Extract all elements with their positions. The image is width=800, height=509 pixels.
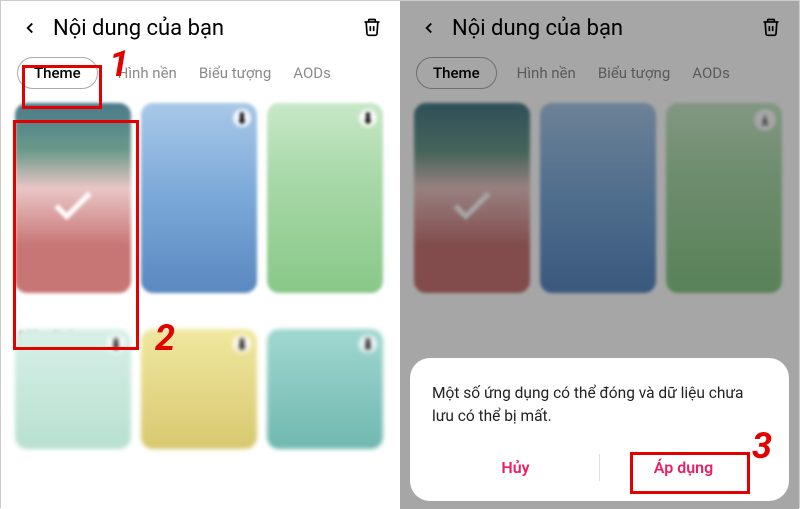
- theme-card[interactable]: ⬇: [141, 329, 257, 449]
- download-badge: ⬇: [233, 109, 251, 127]
- theme-card-default[interactable]: Mặc định: [15, 103, 131, 319]
- theme-card[interactable]: ⬇: [267, 329, 383, 449]
- tab-theme[interactable]: Theme: [17, 57, 98, 89]
- apply-button[interactable]: Áp dụng: [600, 446, 767, 489]
- page-title: Nội dung của bạn: [53, 16, 362, 41]
- tab-icon[interactable]: Biểu tượng: [197, 58, 273, 88]
- theme-card[interactable]: ⬇: [267, 103, 383, 319]
- trash-icon: [362, 17, 382, 37]
- theme-card[interactable]: ⬇: [15, 329, 131, 449]
- dialog-message: Một số ứng dụng có thể đóng và dữ liệu c…: [432, 382, 767, 429]
- delete-button[interactable]: [362, 17, 384, 39]
- tab-aod[interactable]: AODs: [291, 58, 333, 88]
- download-badge: ⬇: [359, 335, 377, 353]
- screen-right: Nội dung của bạn Theme Hình nền Biểu tượ…: [400, 1, 799, 509]
- download-badge: ⬇: [107, 335, 125, 353]
- back-button[interactable]: [17, 15, 43, 41]
- tab-bar: Theme Hình nền Biểu tượng AODs: [1, 47, 400, 103]
- cancel-button[interactable]: Hủy: [432, 446, 599, 489]
- apply-dialog: Một số ứng dụng có thể đóng và dữ liệu c…: [410, 358, 789, 502]
- topbar: Nội dung của bạn: [1, 1, 400, 47]
- chevron-left-icon: [21, 19, 39, 37]
- screen-left: Nội dung của bạn Theme Hình nền Biểu tượ…: [1, 1, 400, 509]
- tab-wallpaper[interactable]: Hình nền: [116, 58, 179, 88]
- selected-check-icon: [48, 181, 98, 235]
- theme-grid: Mặc định ⬇ ⬇: [1, 103, 400, 319]
- dialog-actions: Hủy Áp dụng: [432, 446, 767, 489]
- download-badge: ⬇: [359, 109, 377, 127]
- theme-card[interactable]: ⬇: [141, 103, 257, 319]
- theme-grid-row2: ⬇ ⬇ ⬇: [1, 329, 400, 449]
- download-badge: ⬇: [233, 335, 251, 353]
